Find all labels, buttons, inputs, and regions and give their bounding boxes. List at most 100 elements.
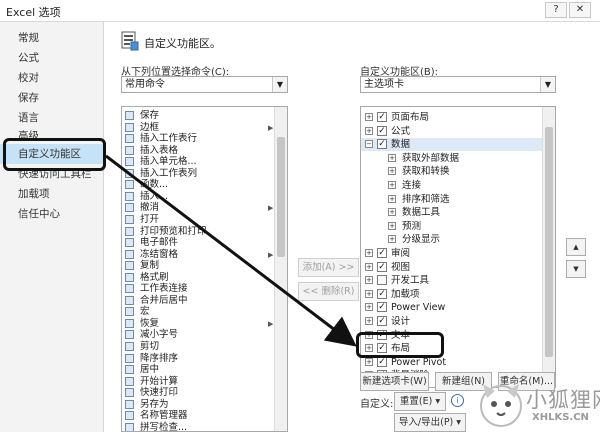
command-item[interactable]: 插入表格: [122, 144, 282, 157]
command-item[interactable]: 快速打印: [122, 386, 282, 399]
command-item[interactable]: 减小字号: [122, 328, 282, 341]
ribbon-tabs-select[interactable]: 主选项卡 ▼: [360, 76, 556, 93]
command-item[interactable]: 打印预览和打印: [122, 225, 282, 238]
expand-icon[interactable]: +: [365, 126, 373, 135]
tree-node[interactable]: + ✓ Power View: [361, 301, 543, 314]
help-button[interactable]: ?: [545, 2, 567, 18]
tab-checkbox[interactable]: ✓: [377, 125, 387, 136]
move-up-button[interactable]: ▲: [566, 238, 586, 256]
tab-checkbox[interactable]: [377, 275, 387, 286]
add-button[interactable]: 添加(A) >>: [298, 258, 359, 277]
info-icon: i: [451, 394, 464, 407]
expand-icon[interactable]: +: [388, 208, 396, 217]
tree-node[interactable]: + 分级显示: [361, 233, 543, 246]
expand-icon[interactable]: +: [388, 181, 396, 189]
watermark-url: XHLKS.CN: [532, 412, 589, 423]
tree-node[interactable]: + ✓ 页面布局: [361, 111, 543, 124]
tab-checkbox[interactable]: ✓: [377, 302, 387, 313]
expand-icon[interactable]: +: [388, 235, 396, 244]
command-item[interactable]: 降序排序: [122, 352, 282, 365]
move-down-button[interactable]: ▼: [566, 260, 586, 278]
tree-node[interactable]: + ✓ 视图: [361, 261, 543, 274]
tree-node[interactable]: + 连接: [361, 179, 543, 192]
expand-icon[interactable]: +: [365, 262, 373, 271]
tree-node[interactable]: + 获取外部数据: [361, 152, 543, 165]
expand-icon[interactable]: +: [388, 167, 396, 176]
tab-checkbox[interactable]: ✓: [377, 356, 387, 367]
expand-icon[interactable]: +: [365, 276, 373, 285]
expand-icon[interactable]: +: [365, 249, 373, 257]
command-label: 剪切: [140, 341, 160, 352]
command-item[interactable]: 拼写检查...: [122, 421, 282, 431]
tab-checkbox[interactable]: ✓: [377, 288, 387, 299]
command-icon: [125, 388, 134, 398]
command-item[interactable]: 边框 ▶: [122, 121, 282, 134]
nav-item[interactable]: 保存: [0, 88, 104, 108]
expand-icon[interactable]: +: [365, 317, 373, 325]
commands-list[interactable]: 拼写检查... 名称管理器 另存为 快速打印 开始计算 居中 降序排序 剪切 减小字号 恢复 ▶ 宏合…: [121, 106, 288, 432]
commands-source-select[interactable]: 常用命令 ▼: [121, 76, 288, 93]
command-item[interactable]: 名称管理器: [122, 409, 282, 422]
expand-icon[interactable]: +: [365, 303, 373, 312]
nav-item[interactable]: 校对: [0, 68, 104, 88]
command-item[interactable]: 函数...: [122, 178, 282, 191]
tree-node[interactable]: + ✓ 设计: [361, 315, 543, 328]
expand-icon[interactable]: +: [388, 153, 396, 162]
nav-item[interactable]: 语言: [0, 108, 104, 128]
command-item[interactable]: 开始计算: [122, 375, 282, 388]
command-item[interactable]: 插入单元格...: [122, 155, 282, 168]
command-item[interactable]: 工作表连接: [122, 282, 282, 295]
tree-node[interactable]: + 预测: [361, 220, 543, 233]
nav-item[interactable]: 加载项: [0, 184, 104, 204]
close-button[interactable]: ✕: [569, 2, 591, 18]
command-item[interactable]: 插入工作表行: [122, 132, 282, 145]
tab-checkbox[interactable]: ✓: [377, 112, 387, 122]
tree-node[interactable]: + 数据工具: [361, 206, 543, 219]
command-item[interactable]: 格式刷: [122, 271, 282, 284]
nav-item[interactable]: 公式: [0, 48, 104, 68]
tree-node[interactable]: + ✓ 审阅: [361, 247, 543, 260]
expand-icon[interactable]: +: [388, 221, 396, 230]
expand-icon[interactable]: +: [388, 194, 396, 203]
command-item[interactable]: 撤消 ▶: [122, 201, 282, 214]
command-icon: [125, 111, 134, 120]
tree-node[interactable]: + ✓ 加载项: [361, 288, 543, 301]
tab-checkbox[interactable]: ✓: [377, 261, 387, 272]
tab-checkbox[interactable]: ✓: [377, 139, 387, 150]
tab-checkbox[interactable]: ✓: [377, 316, 387, 326]
command-item[interactable]: 插入...: [122, 190, 282, 203]
tree-node[interactable]: + 获取和转换: [361, 165, 543, 178]
tab-checkbox[interactable]: ✓: [377, 248, 387, 258]
command-item[interactable]: 合并后居中: [122, 294, 282, 307]
command-item[interactable]: 剪切: [122, 340, 282, 353]
command-item[interactable]: 居中: [122, 363, 282, 376]
tree-node[interactable]: − ✓ 数据: [361, 138, 543, 152]
command-item[interactable]: 打开: [122, 213, 282, 226]
expand-icon[interactable]: +: [365, 357, 373, 366]
scrollbar-thumb[interactable]: [277, 137, 285, 257]
tree-scrollbar[interactable]: [542, 107, 555, 387]
nav-item[interactable]: 常规: [0, 28, 104, 48]
command-item[interactable]: 另存为: [122, 398, 282, 411]
tree-node[interactable]: + ✓ 公式: [361, 125, 543, 138]
tree-node[interactable]: + 排序和筛选: [361, 193, 543, 206]
annotation-highlight-power-pivot: [356, 332, 444, 358]
command-item[interactable]: 保存: [122, 109, 282, 122]
command-item[interactable]: 电子邮件: [122, 236, 282, 249]
tree-node[interactable]: + 开发工具: [361, 274, 543, 287]
import-export-button[interactable]: 导入/导出(P) ▾: [394, 413, 466, 432]
command-item[interactable]: 恢复 ▶: [122, 317, 282, 330]
command-item[interactable]: 冻结窗格 ▶: [122, 248, 282, 261]
command-item[interactable]: 复制: [122, 259, 282, 272]
reset-button[interactable]: 重置(E) ▾: [394, 392, 446, 411]
command-item[interactable]: 插入工作表列: [122, 167, 282, 180]
remove-button[interactable]: << 删除(R): [298, 282, 359, 301]
collapse-icon[interactable]: −: [365, 140, 373, 149]
expand-icon[interactable]: +: [365, 289, 373, 298]
scrollbar-thumb[interactable]: [545, 127, 553, 357]
command-item[interactable]: 宏: [122, 305, 282, 318]
nav-item[interactable]: 信任中心: [0, 204, 104, 224]
commands-scrollbar[interactable]: [274, 107, 287, 431]
new-tab-button[interactable]: 新建选项卡(W): [360, 372, 429, 391]
expand-icon[interactable]: +: [365, 113, 373, 121]
